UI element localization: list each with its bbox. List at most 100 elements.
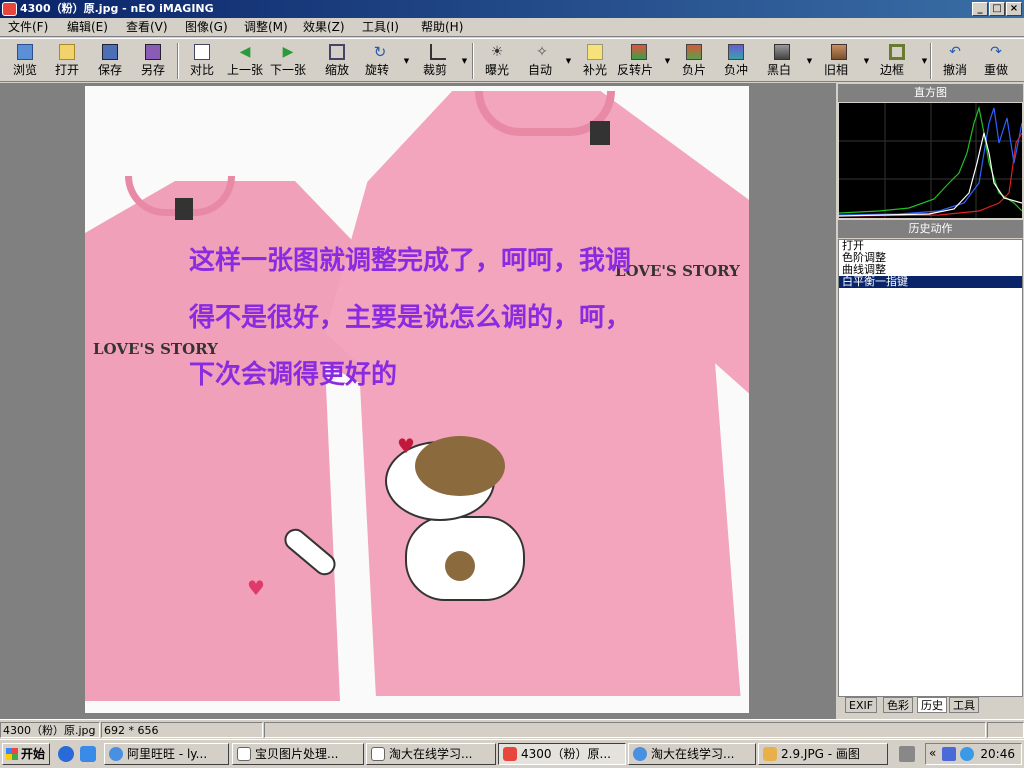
toolbar-separator [930, 43, 932, 79]
menu-adjust[interactable]: 调整(M) [244, 20, 288, 35]
crop-icon [430, 44, 446, 60]
minimize-button[interactable]: _ [972, 2, 988, 16]
history-item-selected[interactable]: 白平衡一指键 [839, 276, 1022, 288]
paint-icon [763, 747, 777, 761]
tab-exif[interactable]: EXIF [845, 697, 878, 713]
tab-history[interactable]: 历史 [917, 697, 947, 713]
old-photo-icon [831, 44, 847, 60]
reverse-dropdown-icon[interactable]: ▼ [664, 57, 671, 65]
toolbar-separator [177, 43, 179, 79]
history-title: 历史动作 [838, 220, 1023, 238]
toolbar: 浏览 打开 保存 另存 对比 ◀ 上一张 ▶ 下一张 缩放 ↻ 旋转 ▼ 裁剪 ▼ ☀ 曝光… [0, 38, 1024, 82]
maximize-button[interactable]: □ [989, 2, 1005, 16]
border-dropdown-icon[interactable]: ▼ [921, 57, 928, 65]
old-photo-button[interactable]: 旧相 ▼ [818, 41, 870, 81]
overlay-caption: 这样一张图就调整完成了，呵呵，我调得不是很好，主要是说怎么调的，呵，下次会调得更… [189, 246, 632, 390]
browse-icon [17, 44, 33, 60]
fill-light-icon [587, 44, 603, 60]
floppy-icon [102, 44, 118, 60]
fill-light-button[interactable]: 补光 [576, 41, 614, 81]
clock[interactable]: 20:46 [980, 744, 1015, 764]
task-taoda-1[interactable]: 淘大在线学习... [366, 743, 496, 765]
browse-button[interactable]: 浏览 [6, 41, 44, 81]
document-icon [371, 747, 385, 761]
exposure-button[interactable]: ☀ 曝光 [478, 41, 516, 81]
task-aliwangwang[interactable]: 阿里旺旺 - ly... [104, 743, 229, 765]
label-tag [175, 198, 193, 220]
tab-tools[interactable]: 工具 [949, 697, 979, 713]
frame-icon [889, 44, 905, 60]
tab-color[interactable]: 色彩 [883, 697, 913, 713]
app-icon [2, 2, 17, 16]
heart-icon: ♥ [397, 434, 415, 458]
canvas-area[interactable]: LOVE'S STORY LOVE'S STORY ♥ ♥ 这样一张图就调整完成… [0, 83, 836, 719]
reverse-film-button[interactable]: 反转片 ▼ [617, 41, 671, 81]
negative-button[interactable]: 负片 [675, 41, 713, 81]
histogram-title: 直方图 [838, 84, 1023, 102]
redo-button[interactable]: ↷ 重做 [977, 41, 1015, 81]
rotate-dropdown-icon[interactable]: ▼ [403, 57, 410, 65]
right-panel: 直方图 历史动作 打开 色阶调整 曲线调整 白平衡一指键 EXIF 色彩 历史 … [837, 83, 1024, 719]
panel-tabs: EXIF 色彩 历史 工具 [837, 697, 1024, 715]
dog-ear [415, 436, 505, 496]
messenger-icon[interactable] [960, 747, 974, 761]
undo-icon: ↶ [949, 44, 961, 60]
reverse-film-icon [631, 44, 647, 60]
keyboard-icon[interactable] [899, 746, 915, 762]
system-tray: « 20:46 [925, 743, 1022, 765]
crop-dropdown-icon[interactable]: ▼ [461, 57, 468, 65]
redo-icon: ↷ [990, 44, 1002, 60]
toolbar-separator [472, 43, 474, 79]
menu-view[interactable]: 查看(V) [126, 20, 168, 35]
status-bar: 4300（粉）原.jpg 692 * 656 [0, 719, 1024, 739]
rotate-button[interactable]: ↻ 旋转 ▼ [360, 41, 410, 81]
open-button[interactable]: 打开 [48, 41, 86, 81]
crop-button[interactable]: 裁剪 ▼ [418, 41, 468, 81]
next-button[interactable]: ▶ 下一张 [268, 41, 308, 81]
task-paint[interactable]: 2.9.JPG - 画图 [758, 743, 888, 765]
task-neo-imaging[interactable]: 4300（粉）原... [498, 743, 626, 765]
compare-button[interactable]: 对比 [183, 41, 221, 81]
status-message [264, 722, 986, 738]
menu-file[interactable]: 文件(F) [8, 20, 48, 35]
menu-effects[interactable]: 效果(Z) [303, 20, 345, 35]
windows-flag-icon [6, 748, 18, 760]
status-dimensions: 692 * 656 [101, 722, 263, 738]
bw-dropdown-icon[interactable]: ▼ [806, 57, 813, 65]
auto-dropdown-icon[interactable]: ▼ [565, 57, 572, 65]
heart-icon: ♥ [247, 576, 265, 600]
close-button[interactable]: × [1006, 2, 1022, 16]
arrow-left-icon: ◀ [239, 44, 251, 60]
histogram [838, 103, 1023, 218]
prev-button[interactable]: ◀ 上一张 [225, 41, 265, 81]
neo-imaging-icon [503, 747, 517, 761]
save-as-button[interactable]: 另存 [134, 41, 172, 81]
save-button[interactable]: 保存 [91, 41, 129, 81]
task-image-processing[interactable]: 宝贝图片处理... [232, 743, 364, 765]
start-button[interactable]: 开始 [2, 743, 50, 765]
taskbar: 开始 阿里旺旺 - ly... 宝贝图片处理... 淘大在线学习... 4300… [0, 739, 1024, 768]
task-taoda-2[interactable]: 淘大在线学习... [628, 743, 756, 765]
auto-button[interactable]: ✧ 自动 ▼ [522, 41, 572, 81]
menu-edit[interactable]: 编辑(E) [67, 20, 108, 35]
menu-help[interactable]: 帮助(H) [421, 20, 463, 35]
ie-icon[interactable] [58, 746, 74, 762]
menu-tools[interactable]: 工具(I) [362, 20, 399, 35]
black-white-icon [774, 44, 790, 60]
undo-button[interactable]: ↶ 撤消 [936, 41, 974, 81]
border-button[interactable]: 边框 ▼ [876, 41, 928, 81]
network-icon[interactable] [942, 747, 956, 761]
sun-icon: ☀ [490, 44, 504, 60]
menu-image[interactable]: 图像(G) [185, 20, 228, 35]
compare-icon [194, 44, 210, 60]
black-white-button[interactable]: 黑白 ▼ [761, 41, 813, 81]
old-dropdown-icon[interactable]: ▼ [863, 57, 870, 65]
folder-icon [59, 44, 75, 60]
ie-icon [633, 747, 647, 761]
show-desktop-icon[interactable] [80, 746, 96, 762]
zoom-button[interactable]: 缩放 [318, 41, 356, 81]
photo-tshirts[interactable]: LOVE'S STORY LOVE'S STORY ♥ ♥ 这样一张图就调整完成… [85, 86, 749, 713]
neg-cross-icon [728, 44, 744, 60]
tray-expand-icon[interactable]: « [929, 746, 936, 760]
neg-cross-button[interactable]: 负冲 [717, 41, 755, 81]
